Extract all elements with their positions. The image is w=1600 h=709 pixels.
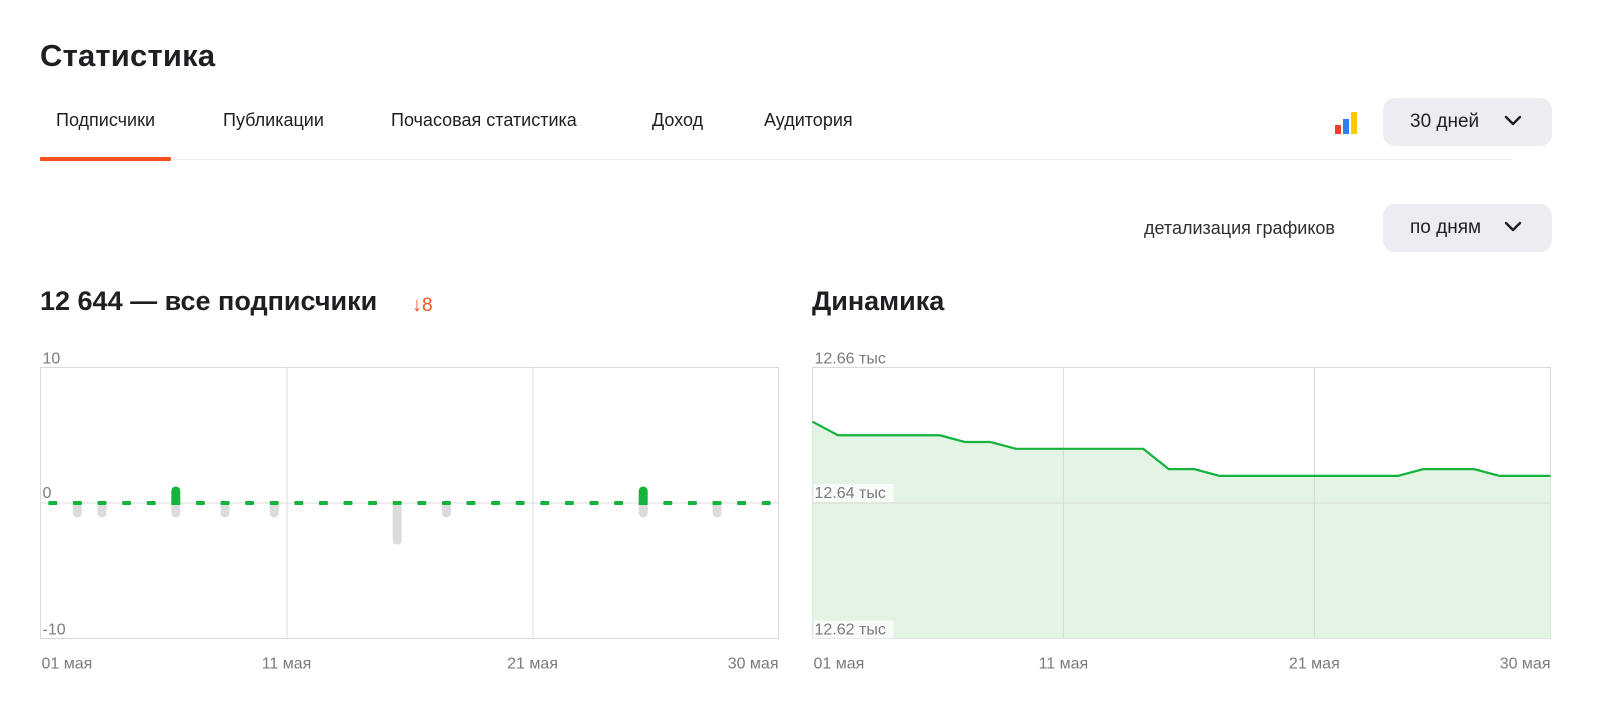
x-tick-label: 11 мая	[1039, 656, 1089, 673]
subscribers-total-title: 12 644 — все подписчики	[40, 286, 378, 316]
subscribers-delta: ↓8	[412, 294, 433, 317]
chevron-down-icon	[1504, 115, 1522, 126]
chart-detail-dropdown[interactable]: по дням	[1383, 204, 1552, 252]
bar-chart-icon[interactable]	[1335, 112, 1359, 134]
x-tick-label: 30 мая	[1500, 656, 1551, 673]
tab-subscribers[interactable]: Подписчики	[39, 110, 172, 161]
tab-publications[interactable]: Публикации	[223, 110, 324, 131]
period-dropdown-value: 30 дней	[1410, 111, 1480, 132]
y-tick-label: 12.66 тыс	[815, 351, 886, 368]
tab-bar: Подписчики Публикации Почасовая статисти…	[39, 96, 1512, 161]
x-tick-label: 21 мая	[1289, 656, 1340, 673]
y-tick-label: 12.62 тыс	[815, 622, 886, 639]
tab-audience[interactable]: Аудитория	[764, 110, 853, 131]
period-dropdown[interactable]: 30 дней	[1383, 98, 1552, 146]
chart-detail-dropdown-value: по дням	[1410, 217, 1482, 238]
page-title: Статистика	[40, 38, 216, 73]
chevron-down-icon	[1504, 221, 1522, 232]
dynamics-area-chart: 12.66 тыс 12.64 тыс 12.62 тыс 01 мая 11 мая 2…	[811, 351, 1551, 673]
tab-income[interactable]: Доход	[652, 110, 703, 131]
subscribers-delta-value: 8	[422, 295, 433, 316]
tab-hourly-stats[interactable]: Почасовая статистика	[391, 110, 577, 131]
arrow-down-icon: ↓	[412, 294, 422, 316]
chart-detail-label: детализация графиков	[1143, 218, 1335, 238]
x-tick-label: 01 мая	[814, 656, 865, 673]
y-tick-label: 12.64 тыс	[815, 485, 886, 502]
dynamics-title: Динамика	[812, 286, 945, 316]
